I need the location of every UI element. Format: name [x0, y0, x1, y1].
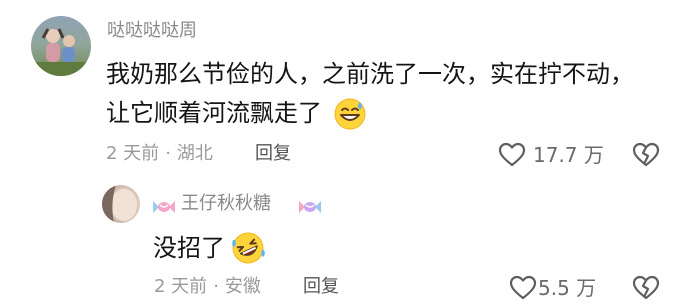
commenter-name[interactable]: 哒哒哒哒周 [107, 22, 197, 40]
comment-text-line-1: 我奶那么节俭的人，之前洗了一次，实在拧不动， [106, 60, 634, 88]
comment-text-line-2: 让它顺着河流飘走了 [106, 99, 322, 127]
face-photo-avatar-icon [102, 185, 137, 223]
comment-meta: 2 天前 · 湖北 [106, 145, 213, 163]
candy-icon [153, 201, 175, 213]
heart-icon[interactable] [509, 275, 537, 301]
reply-button[interactable]: 回复 [255, 145, 291, 163]
comment-thread: 哒哒哒哒周 我奶那么节俭的人，之前洗了一次，实在拧不动， 让它顺着河流飘走了 2… [0, 0, 690, 306]
meta-separator: · [165, 143, 171, 164]
like-count: 17.7 万 [533, 143, 604, 167]
reply-like-count: 5.5 万 [538, 276, 597, 300]
broken-heart-icon[interactable] [632, 275, 660, 301]
reply-meta: 2 天前 · 安徽 [154, 278, 261, 296]
candy-icon [299, 201, 321, 213]
replier-avatar[interactable] [102, 185, 140, 223]
comment-location: 湖北 [176, 143, 213, 164]
rolling-on-floor-laughing-emoji-icon [232, 232, 265, 264]
broken-heart-icon[interactable] [632, 142, 660, 168]
reply-location: 安徽 [224, 276, 261, 297]
child-photo-avatar-icon [31, 28, 91, 76]
comment-time: 2 天前 [106, 143, 160, 164]
meta-separator: · [213, 276, 219, 297]
replier-name[interactable]: 王仔秋秋糖 [181, 195, 271, 213]
heart-icon[interactable] [498, 142, 526, 168]
reply-time: 2 天前 [154, 276, 208, 297]
grinning-sweat-emoji-icon [334, 98, 366, 130]
reply-to-reply-button[interactable]: 回复 [303, 278, 339, 296]
reply-text: 没招了 [153, 234, 225, 262]
commenter-avatar[interactable] [31, 16, 91, 76]
